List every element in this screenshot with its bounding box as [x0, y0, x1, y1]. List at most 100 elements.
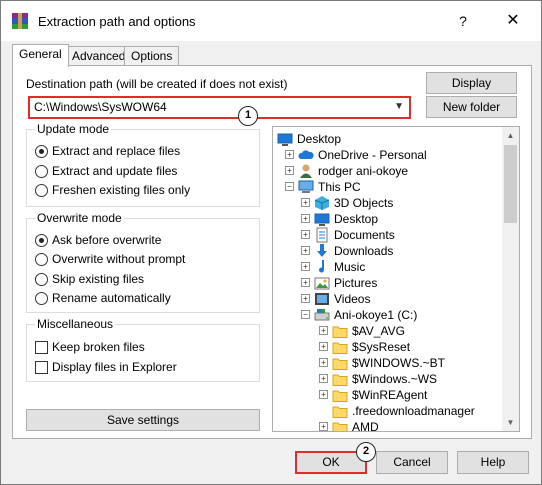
- folder-icon: [332, 390, 348, 402]
- collapse-icon[interactable]: −: [285, 182, 294, 191]
- picture-icon: [314, 277, 330, 290]
- destination-path-combo[interactable]: C:\Windows\SysWOW64 ▼: [28, 96, 411, 119]
- option-label: Keep broken files: [52, 340, 145, 354]
- destination-path-label: Destination path (will be created if doe…: [26, 77, 288, 91]
- folder-icon: [332, 342, 348, 354]
- chevron-down-icon[interactable]: ▼: [394, 101, 404, 112]
- tree-node-label: 3D Objects: [334, 196, 394, 210]
- cloud-icon: [298, 150, 314, 159]
- tree-node-label: OneDrive - Personal: [318, 148, 427, 162]
- radio-selected[interactable]: [35, 234, 48, 247]
- scroll-up-icon[interactable]: ▲: [502, 127, 519, 144]
- expand-icon[interactable]: +: [319, 342, 328, 351]
- tree-node-label: Downloads: [334, 244, 394, 258]
- winrar-icon: [12, 13, 28, 29]
- expand-icon[interactable]: +: [285, 150, 294, 159]
- update-mode-group: Update mode Extract and replace files Ex…: [26, 122, 260, 207]
- tree-node-label: .freedownloadmanager: [352, 404, 475, 418]
- title-bar: Extraction path and options ? ✕: [1, 1, 541, 41]
- option-label: Freshen existing files only: [52, 183, 191, 197]
- tree-node-label: Pictures: [334, 276, 378, 290]
- help-title-button[interactable]: ?: [449, 9, 477, 33]
- scroll-down-icon[interactable]: ▼: [502, 414, 519, 431]
- cube-icon: [314, 196, 330, 210]
- expand-icon[interactable]: +: [319, 390, 328, 399]
- tree-node-label: $AV_AVG: [352, 324, 405, 338]
- tree-scrollbar[interactable]: ▲ ▼: [502, 127, 519, 431]
- desktop-icon: [314, 213, 330, 226]
- checkbox-unchecked[interactable]: [35, 361, 48, 374]
- close-button[interactable]: ✕: [498, 9, 528, 33]
- save-settings-button[interactable]: Save settings: [26, 409, 260, 431]
- expand-icon[interactable]: +: [301, 262, 310, 271]
- update-mode-title: Update mode: [35, 122, 112, 136]
- user-icon: [300, 164, 312, 178]
- tree-node-label: Desktop: [297, 132, 342, 146]
- expand-icon[interactable]: +: [319, 422, 328, 431]
- annotation-badge-2: 2: [356, 442, 376, 462]
- tree-node-label: Videos: [334, 292, 371, 306]
- option-label: Extract and replace files: [52, 144, 181, 158]
- expand-icon[interactable]: +: [301, 278, 310, 287]
- radio-unselected[interactable]: [35, 253, 48, 266]
- tree-node-label: $WINDOWS.~BT: [352, 356, 446, 370]
- destination-path-value: C:\Windows\SysWOW64: [34, 100, 167, 114]
- radio-unselected[interactable]: [35, 184, 48, 197]
- radio-unselected[interactable]: [35, 165, 48, 178]
- folder-icon: [332, 374, 348, 386]
- expand-icon[interactable]: +: [301, 198, 310, 207]
- expand-icon[interactable]: +: [301, 294, 310, 303]
- new-folder-button[interactable]: New folder: [426, 96, 517, 118]
- radio-unselected[interactable]: [35, 273, 48, 286]
- tab-general[interactable]: General: [12, 44, 69, 67]
- folder-tree[interactable]: Desktop + OneDrive - Personal + rodger ani-o…: [272, 126, 520, 432]
- video-icon: [315, 293, 329, 305]
- option-label: Display files in Explorer: [52, 360, 177, 374]
- tree-node-label: $Windows.~WS: [352, 372, 438, 386]
- radio-unselected[interactable]: [35, 292, 48, 305]
- tree-node-label: $WinREAgent: [352, 388, 428, 402]
- expand-icon[interactable]: +: [301, 230, 310, 239]
- option-label: Overwrite without prompt: [52, 252, 186, 266]
- tab-advanced[interactable]: Advanced: [65, 46, 133, 66]
- tree-node-label: $SysReset: [352, 340, 411, 354]
- scroll-thumb[interactable]: [504, 145, 517, 223]
- tree-node-label: This PC: [318, 180, 361, 194]
- tree-node-label: rodger ani-okoye: [318, 164, 409, 178]
- download-icon: [317, 244, 327, 257]
- overwrite-mode-group: Overwrite mode Ask before overwrite Over…: [26, 211, 260, 313]
- tree-node-label: AMD: [352, 420, 379, 432]
- overwrite-mode-title: Overwrite mode: [35, 211, 124, 225]
- miscellaneous-title: Miscellaneous: [35, 317, 116, 331]
- display-button[interactable]: Display: [426, 72, 517, 94]
- checkbox-unchecked[interactable]: [35, 341, 48, 354]
- expand-icon[interactable]: +: [319, 358, 328, 367]
- folder-icon: [332, 422, 348, 431]
- option-label: Skip existing files: [52, 272, 145, 286]
- option-label: Ask before overwrite: [52, 233, 162, 247]
- expand-icon[interactable]: +: [301, 246, 310, 255]
- annotation-badge-1: 1: [238, 106, 258, 126]
- computer-icon: [298, 180, 314, 193]
- tree-node-label: Ani-okoye1 (C:): [334, 308, 418, 322]
- expand-icon[interactable]: +: [285, 166, 294, 175]
- tree-node-label: Music: [334, 260, 366, 274]
- collapse-icon[interactable]: −: [301, 310, 310, 319]
- folder-icon: [332, 326, 348, 338]
- tab-options[interactable]: Options: [124, 46, 180, 66]
- expand-icon[interactable]: +: [319, 326, 328, 335]
- option-label: Rename automatically: [52, 291, 171, 305]
- drive-icon: [314, 309, 330, 321]
- music-icon: [319, 260, 325, 273]
- radio-selected[interactable]: [35, 145, 48, 158]
- document-icon: [316, 227, 328, 243]
- miscellaneous-group: Miscellaneous Keep broken files Display …: [26, 317, 260, 382]
- desktop-icon: [277, 133, 293, 146]
- tree-node-label: Desktop: [334, 212, 379, 226]
- expand-icon[interactable]: +: [301, 214, 310, 223]
- tree-node-label: Documents: [334, 228, 395, 242]
- cancel-button[interactable]: Cancel: [376, 451, 448, 474]
- option-label: Extract and update files: [52, 164, 178, 178]
- help-button[interactable]: Help: [457, 451, 529, 474]
- expand-icon[interactable]: +: [319, 374, 328, 383]
